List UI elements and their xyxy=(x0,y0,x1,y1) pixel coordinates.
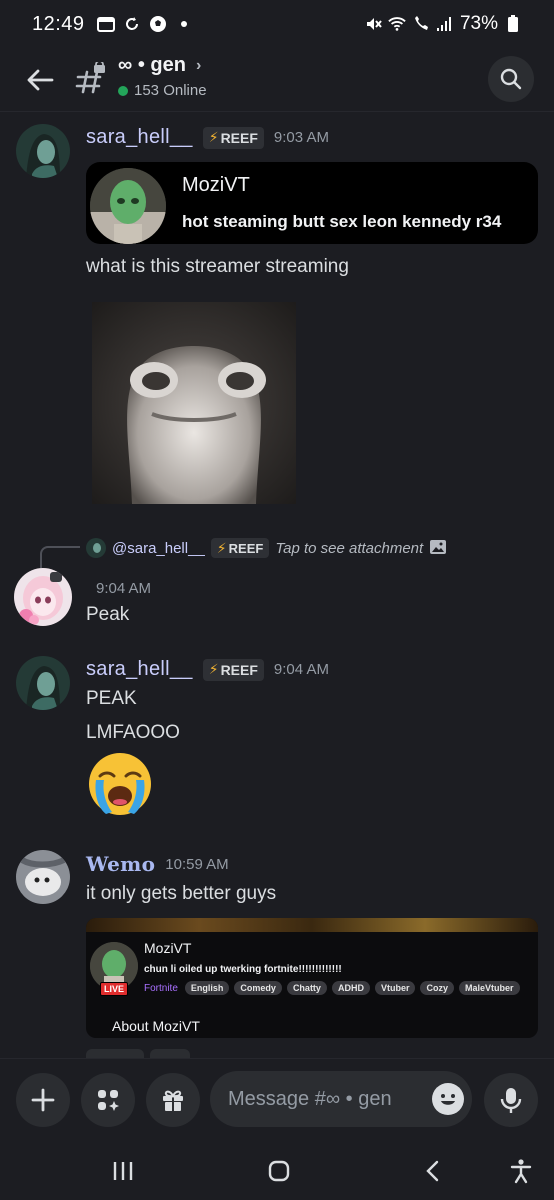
gift-button[interactable] xyxy=(146,1073,200,1127)
smiley-icon xyxy=(434,1085,462,1113)
timestamp: 9:03 AM xyxy=(273,129,329,146)
stream-embed[interactable]: MoziVT hot steaming butt sex leon kenned… xyxy=(86,162,538,244)
reply-preview-text: Tap to see attachment xyxy=(275,539,424,557)
author-name[interactable]: Wemo xyxy=(86,852,155,876)
guild-tag-label: REEF xyxy=(220,661,258,678)
status-time: 12:49 xyxy=(32,12,85,35)
voice-message-button[interactable] xyxy=(484,1073,538,1127)
channel-name: ∞ • gen xyxy=(118,54,186,76)
message-text: what is this streamer streaming xyxy=(86,256,349,277)
back-button[interactable] xyxy=(20,60,60,100)
guild-tag-label: REEF xyxy=(228,540,264,556)
recents-icon xyxy=(113,1162,133,1180)
reply-connector xyxy=(40,546,80,568)
message-input[interactable]: Message #∞ • gen xyxy=(210,1071,472,1127)
apps-button[interactable] xyxy=(81,1073,135,1127)
lightning-icon: ⚡ xyxy=(208,129,219,145)
stream-embed[interactable]: LIVE MoziVT chun li oiled up twerking fo… xyxy=(86,918,538,1038)
microphone-icon xyxy=(500,1088,522,1113)
status-bar: 12:49 73% xyxy=(0,0,554,48)
reply-author: @sara_hell__ xyxy=(112,539,205,557)
lightning-icon: ⚡ xyxy=(208,661,219,677)
embed-title[interactable]: hot steaming butt sex leon kennedy r34 xyxy=(182,212,501,232)
reply-avatar xyxy=(86,538,106,558)
message-text: LMFAOOO xyxy=(86,722,180,743)
sync-icon xyxy=(123,15,141,33)
back-nav-button[interactable] xyxy=(416,1154,450,1188)
avatar[interactable] xyxy=(16,656,70,710)
chevron-left-icon xyxy=(426,1160,439,1182)
message-input-placeholder: Message #∞ • gen xyxy=(228,1087,392,1110)
accessibility-icon xyxy=(510,1159,532,1184)
timestamp: 9:04 AM xyxy=(96,580,152,597)
channel-title[interactable]: ∞ • gen › xyxy=(118,54,201,77)
avatar[interactable] xyxy=(14,568,72,626)
live-badge: LIVE xyxy=(100,982,129,996)
battery-icon xyxy=(504,15,522,33)
mute-icon xyxy=(364,15,382,33)
game-name[interactable]: Fortnite xyxy=(144,983,178,994)
online-dot-icon xyxy=(118,85,128,96)
channel-hashtag-lock-icon xyxy=(74,60,108,96)
battery-percent: 73% xyxy=(459,13,498,34)
guild-tag-label: REEF xyxy=(220,129,258,146)
avatar[interactable] xyxy=(16,124,70,178)
stream-tags: Fortnite English Comedy Chatty ADHD Vtub… xyxy=(144,981,520,995)
chevron-right-icon: › xyxy=(195,56,202,74)
stream-tag[interactable]: MaleVtuber xyxy=(458,981,520,995)
message-text: Peak xyxy=(86,604,130,625)
guild-tag[interactable]: ⚡ REEF xyxy=(202,658,264,681)
accessibility-button[interactable] xyxy=(504,1154,538,1188)
gift-icon xyxy=(163,1090,183,1111)
soccer-ball-icon xyxy=(149,15,167,33)
embed-about: About MoziVT xyxy=(112,1018,200,1034)
online-count: 153 Online xyxy=(134,82,207,99)
apps-icon xyxy=(98,1090,119,1111)
embed-author: MoziVT xyxy=(182,174,250,196)
recent-apps-button[interactable] xyxy=(106,1154,140,1188)
stream-tag[interactable]: Comedy xyxy=(234,981,282,995)
timestamp: 9:04 AM xyxy=(273,661,329,678)
arrow-left-icon xyxy=(27,69,54,91)
plus-icon xyxy=(31,1088,55,1112)
frog-image[interactable] xyxy=(92,302,296,504)
home-icon xyxy=(268,1160,290,1182)
system-nav-bar xyxy=(0,1140,554,1200)
channel-header: ∞ • gen › 153 Online xyxy=(0,48,554,112)
signal-icon xyxy=(436,15,454,33)
wifi-icon xyxy=(388,15,406,33)
embed-banner xyxy=(86,918,538,932)
stream-tag[interactable]: ADHD xyxy=(331,981,370,995)
streamer-avatar xyxy=(90,168,166,244)
stream-tag[interactable]: Cozy xyxy=(420,981,454,995)
reply-reference[interactable]: @sara_hell__ ⚡ REEF Tap to see attachment xyxy=(86,538,447,558)
add-attachment-button[interactable] xyxy=(16,1073,70,1127)
wifi-call-icon xyxy=(412,15,430,33)
message-text: PEAK xyxy=(86,688,137,709)
author-name[interactable]: sara_hell__ xyxy=(86,126,193,149)
author-name[interactable]: sara_hell__ xyxy=(86,658,193,681)
stream-tag[interactable]: English xyxy=(184,981,230,995)
embed-author: MoziVT xyxy=(144,940,192,956)
dot-icon xyxy=(175,15,193,33)
online-status: 153 Online xyxy=(118,82,207,99)
image-icon xyxy=(429,539,447,558)
avatar[interactable] xyxy=(16,850,70,904)
embed-title[interactable]: chun li oiled up twerking fortnite!!!!!!… xyxy=(144,964,342,975)
calendar-icon xyxy=(96,15,115,33)
message-text: it only gets better guys xyxy=(86,883,277,904)
timestamp: 10:59 AM xyxy=(165,855,229,873)
home-button[interactable] xyxy=(262,1154,296,1188)
search-button[interactable] xyxy=(488,56,534,102)
loudly-crying-emoji-icon xyxy=(86,750,154,818)
lightning-icon: ⚡ xyxy=(216,539,227,556)
search-icon xyxy=(500,68,522,90)
guild-tag[interactable]: ⚡ REEF xyxy=(202,126,264,149)
stream-tag[interactable]: Vtuber xyxy=(374,981,416,995)
emoji-button[interactable] xyxy=(432,1083,464,1115)
guild-tag: ⚡ REEF xyxy=(210,538,270,558)
message-composer: Message #∞ • gen xyxy=(0,1058,554,1140)
stream-tag[interactable]: Chatty xyxy=(286,981,327,995)
